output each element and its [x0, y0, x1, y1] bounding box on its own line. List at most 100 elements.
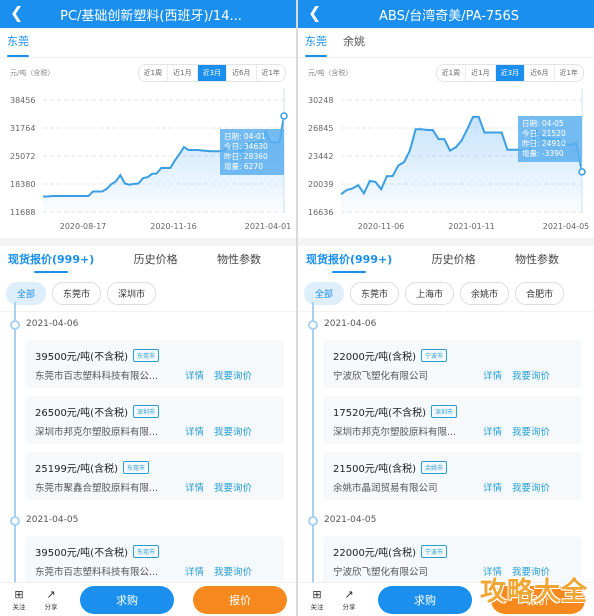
inquire-link[interactable]: 我要询价: [512, 424, 550, 438]
plus-box-icon: ⊞: [14, 587, 24, 601]
detail-link[interactable]: 详情: [483, 424, 502, 438]
range-option[interactable]: 近1年: [555, 65, 583, 81]
x-tick-label: 2021-04-05: [543, 222, 590, 231]
city-tag: 东莞市: [122, 461, 149, 474]
city-tab[interactable]: 东莞: [7, 33, 29, 57]
filter-chip[interactable]: 上海市: [405, 282, 455, 305]
timeline-date: 2021-04-05: [0, 508, 296, 532]
company-row: 东莞市百志塑料科技有限公... 详情 我要询价: [35, 564, 274, 578]
back-icon[interactable]: ❮: [10, 3, 23, 22]
city-tag: 宁波市: [420, 545, 447, 558]
filter-chip[interactable]: 合肥市: [515, 282, 565, 305]
inquire-link[interactable]: 我要询价: [512, 368, 550, 382]
back-icon[interactable]: ❮: [308, 3, 321, 22]
company-row: 东莞市百志塑料科技有限公... 详情 我要询价: [35, 368, 274, 382]
detail-link[interactable]: 详情: [185, 480, 204, 494]
quote-card: 21500元/吨(含税) 余姚市 余姚市晶润贸易有限公司 详情 我要询价: [323, 452, 582, 500]
section-tab[interactable]: 现货报价(999+): [8, 251, 94, 273]
range-option[interactable]: 近1周: [437, 65, 467, 81]
company-row: 余姚市晶润贸易有限公司 详情 我要询价: [333, 480, 572, 494]
x-tick-label: 2020-08-17: [60, 222, 107, 231]
range-selector: 近1周 近1月 近3月 近6月 近1年: [435, 64, 584, 82]
quote-card: 25199元/吨(含税) 东莞市 东莞市聚鑫合塑胶原料有限... 详情 我要询价: [25, 452, 284, 500]
x-tick-label: 2020-11-06: [358, 222, 405, 231]
inquire-link[interactable]: 我要询价: [214, 424, 252, 438]
section-tab[interactable]: 物性参数: [217, 251, 261, 271]
section-tab[interactable]: 历史价格: [432, 251, 476, 271]
filter-chip[interactable]: 东莞市: [52, 282, 102, 305]
section-tab[interactable]: 物性参数: [515, 251, 559, 271]
quote-card: 22000元/吨(含税) 宁波市 宁波欣飞塑化有限公司 详情 我要询价: [323, 340, 582, 388]
detail-link[interactable]: 详情: [483, 368, 502, 382]
city-tab[interactable]: 东莞: [305, 33, 327, 57]
price-chart: 30248 26845 23442 20039 16636 2020-11-06 2021-…: [298, 88, 594, 238]
range-option[interactable]: 近1月: [466, 65, 496, 81]
detail-link[interactable]: 详情: [185, 424, 204, 438]
tooltip-yesterday: 昨日: 24910: [522, 139, 566, 148]
company-name: 宁波欣飞塑化有限公司: [333, 371, 429, 382]
price: 25199元/吨(含税): [35, 464, 118, 475]
top-bar: ❮ ABS/台湾奇美/PA-756S: [298, 0, 594, 28]
last-point[interactable]: [280, 112, 288, 120]
timeline-dot: [308, 320, 318, 330]
company-name: 东莞市百志塑料科技有限公...: [35, 371, 159, 382]
quote-card: 26500元/吨(不含税) 深圳市 深圳市邦克尔塑胶原料有限... 详情 我要询价: [25, 396, 284, 444]
page-title: PC/基础创新塑料(西班牙)/14...: [60, 8, 242, 24]
quote-button[interactable]: 报价: [193, 585, 287, 614]
last-point[interactable]: [578, 168, 586, 176]
timeline-dot: [10, 320, 20, 330]
price: 22000元/吨(含税): [333, 548, 416, 559]
chart-tooltip: 日期: 04-05 今日: 21520 昨日: 24910 增量: -3390: [518, 116, 582, 162]
share-label: 分享: [342, 602, 356, 611]
section-tabs: 现货报价(999+) 历史价格 物性参数: [298, 246, 594, 276]
city-tab[interactable]: 余姚: [343, 33, 365, 57]
inquire-link[interactable]: 我要询价: [214, 564, 252, 578]
range-option[interactable]: 近1月: [168, 65, 198, 81]
inquire-link[interactable]: 我要询价: [214, 480, 252, 494]
buy-request-button[interactable]: 求购: [80, 585, 174, 614]
plus-box-icon: ⊞: [312, 587, 322, 601]
bottom-bar: ⊞ 关注 ↗ 分享 求购 报价: [0, 582, 296, 616]
city-tag: 余姚市: [420, 461, 447, 474]
top-bar: ❮ PC/基础创新塑料(西班牙)/14...: [0, 0, 296, 28]
price-row: 39500元/吨(不含税) 东莞市: [35, 544, 274, 559]
inquire-link[interactable]: 我要询价: [512, 480, 550, 494]
range-option[interactable]: 近6月: [525, 65, 555, 81]
range-option[interactable]: 近6月: [227, 65, 257, 81]
follow-button[interactable]: ⊞ 关注: [304, 587, 330, 611]
detail-link[interactable]: 详情: [483, 480, 502, 494]
city-tag: 深圳市: [132, 405, 159, 418]
timeline-line: [14, 302, 16, 584]
tooltip-today: 今日: 21520: [522, 129, 566, 138]
unit-label: 元/吨（含税）: [308, 69, 353, 77]
y-tick-label: 30248: [308, 96, 333, 105]
range-option[interactable]: 近1年: [257, 65, 285, 81]
city-tag: 东莞市: [132, 545, 159, 558]
filter-chip[interactable]: 余姚市: [460, 282, 510, 305]
range-option[interactable]: 近1周: [139, 65, 169, 81]
tooltip-change: 增量: 6270: [224, 162, 263, 171]
filter-chip[interactable]: 深圳市: [107, 282, 157, 305]
range-selector: 近1周 近1月 近3月 近6月 近1年: [137, 64, 286, 82]
unit-label: 元/吨（含税）: [10, 69, 55, 77]
company-row: 宁波欣飞塑化有限公司 详情 我要询价: [333, 368, 572, 382]
detail-link[interactable]: 详情: [185, 368, 204, 382]
price: 39500元/吨(不含税): [35, 548, 128, 559]
buy-request-button[interactable]: 求购: [378, 585, 472, 614]
section-tab[interactable]: 现货报价(999+): [306, 251, 392, 273]
section-tab[interactable]: 历史价格: [134, 251, 178, 271]
x-tick-label: 2020-11-16: [150, 222, 197, 231]
inquire-link[interactable]: 我要询价: [214, 368, 252, 382]
range-option[interactable]: 近3月: [197, 65, 228, 81]
filter-chip[interactable]: 全部: [304, 282, 345, 305]
share-button[interactable]: ↗ 分享: [38, 588, 64, 611]
range-option[interactable]: 近3月: [495, 65, 526, 81]
filter-chip[interactable]: 全部: [6, 282, 47, 305]
share-button[interactable]: ↗ 分享: [336, 588, 362, 611]
detail-link[interactable]: 详情: [185, 564, 204, 578]
follow-button[interactable]: ⊞ 关注: [6, 587, 32, 611]
price-chart: 38456 31764 25072 18380 11688 2020-08-17 2020-…: [0, 88, 296, 238]
date-label: 2021-04-06: [26, 319, 79, 329]
filter-chip[interactable]: 东莞市: [350, 282, 400, 305]
city-tabs: 东莞 余姚: [298, 28, 594, 58]
